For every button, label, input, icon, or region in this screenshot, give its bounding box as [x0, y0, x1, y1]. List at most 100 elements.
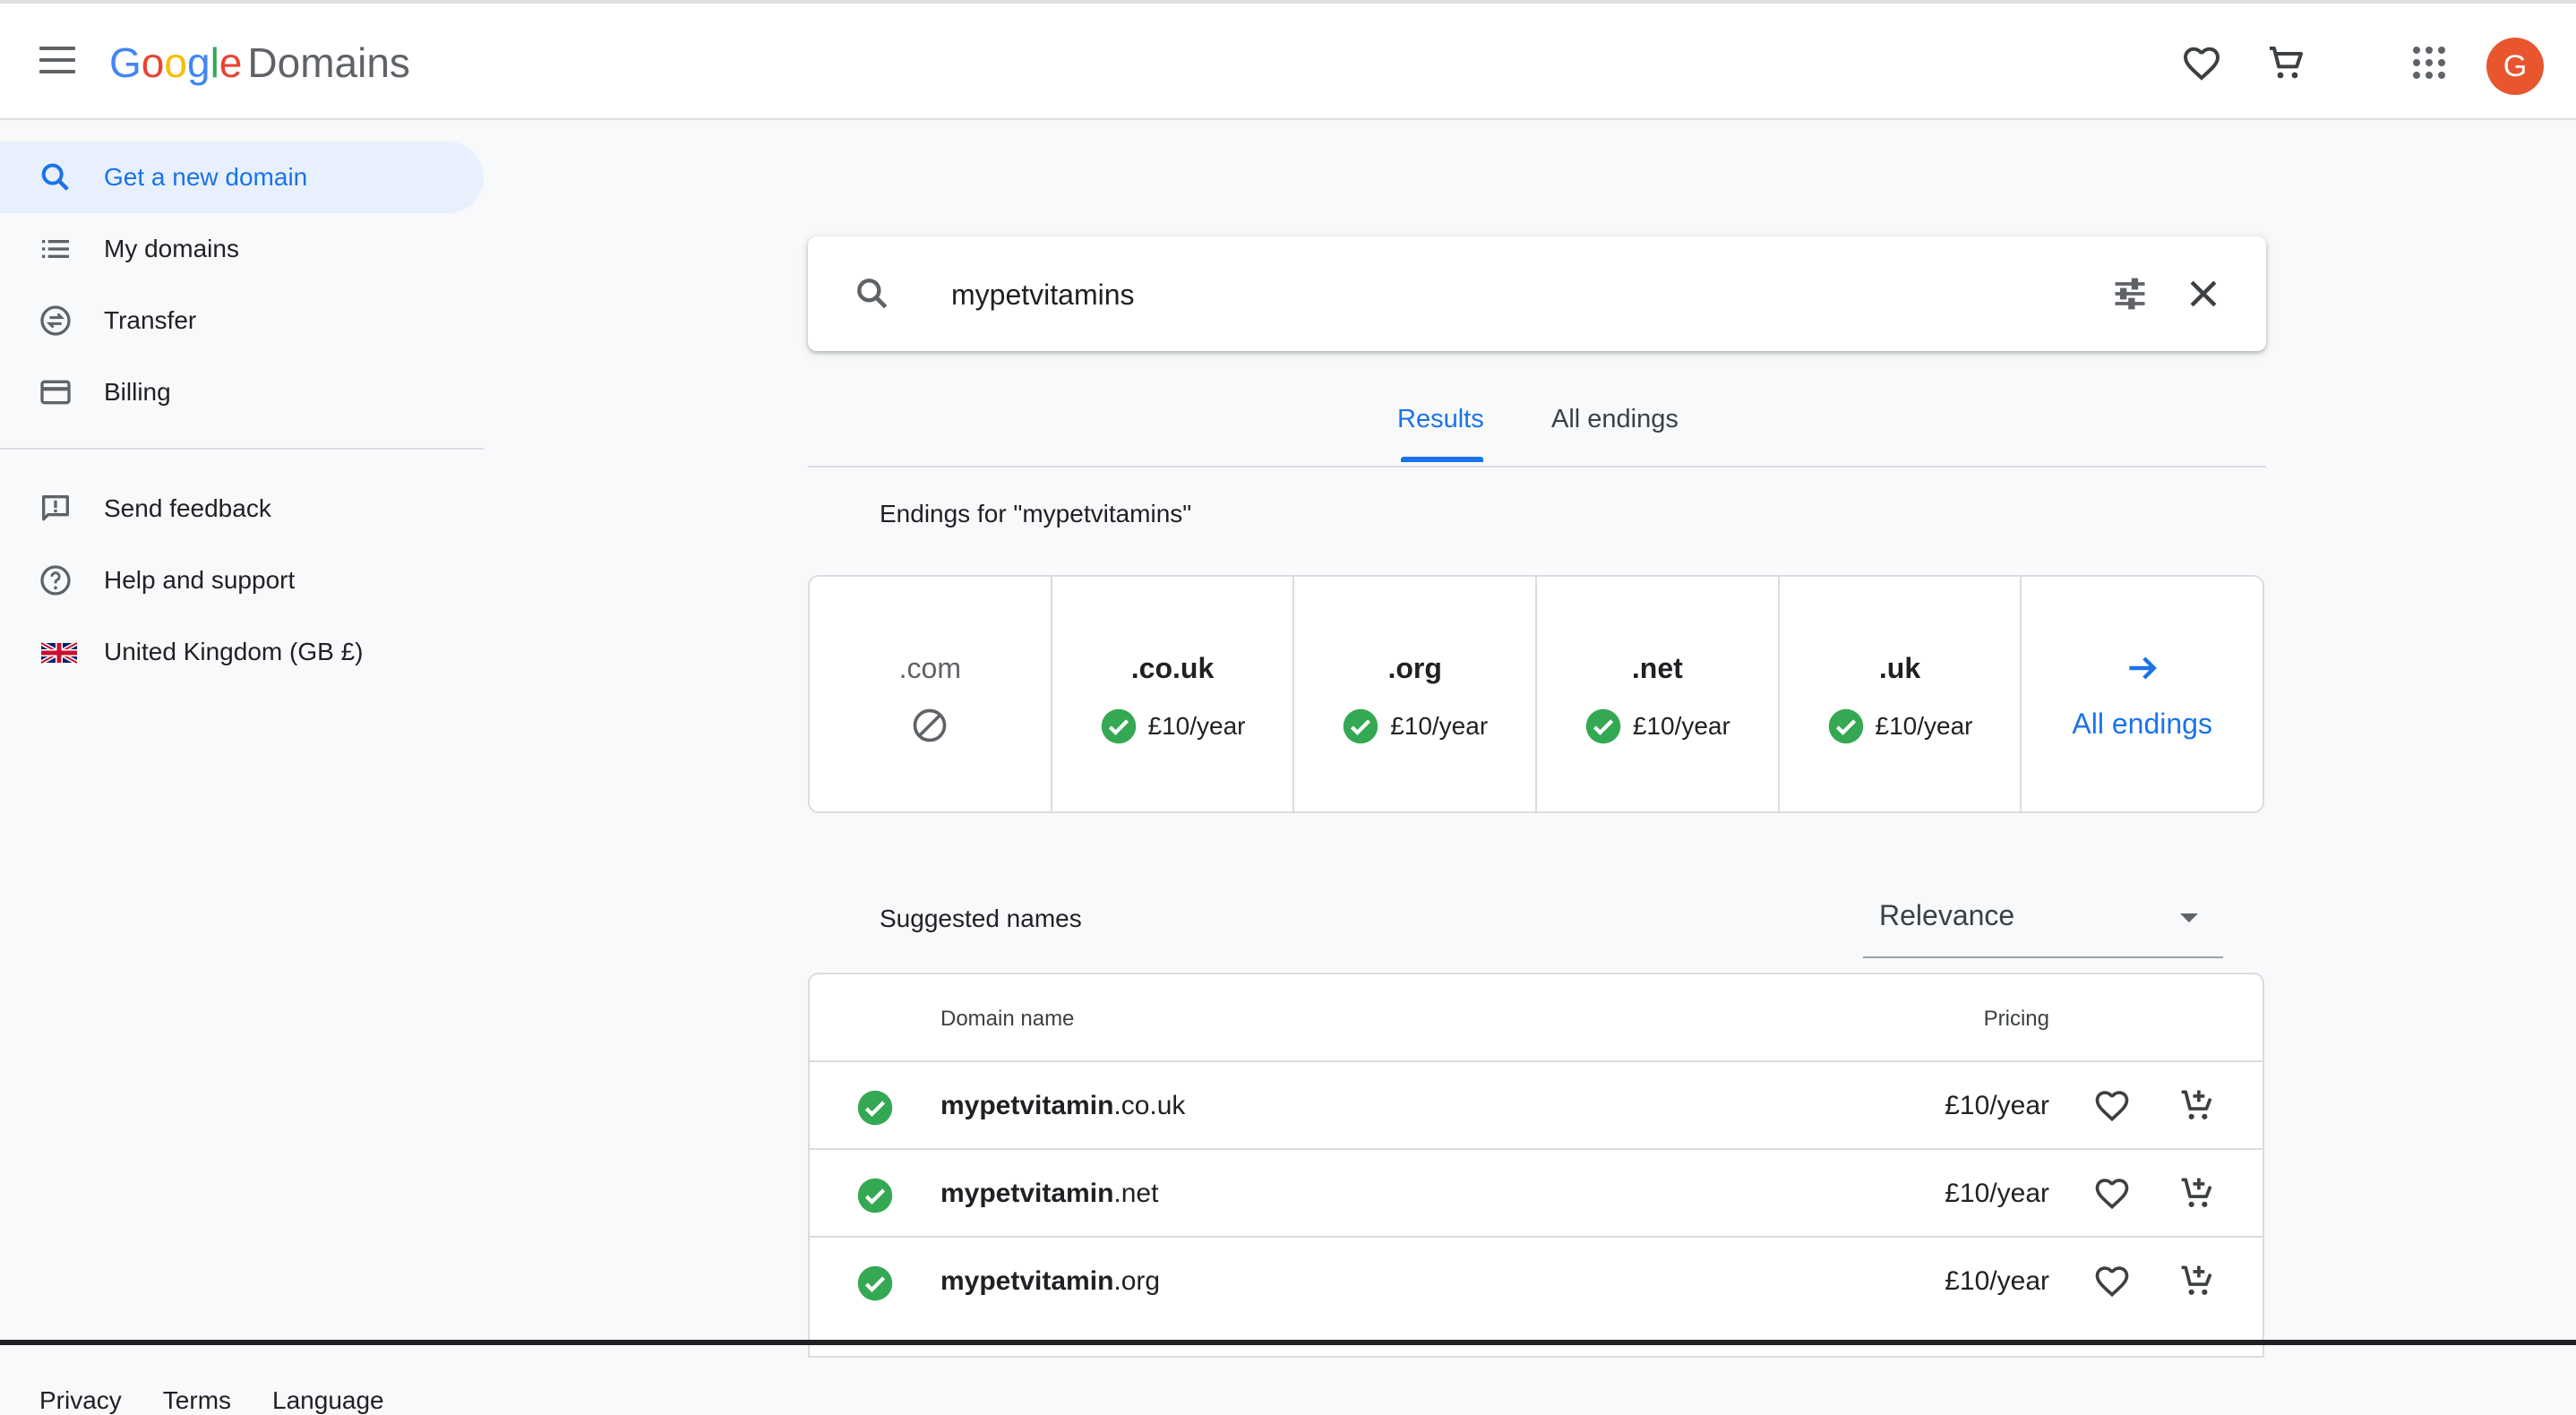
price-text: £10/year [1390, 712, 1489, 740]
available-check-icon [857, 1178, 893, 1213]
all-endings-card[interactable]: All endings [2022, 577, 2263, 811]
cart-icon[interactable] [2264, 41, 2307, 84]
sidebar-footer: Privacy Terms Language [39, 1386, 425, 1415]
sidebar-item-get-new-domain[interactable]: Get a new domain [0, 142, 484, 213]
domain-tld: .org [1113, 1266, 1161, 1296]
ending-card-org[interactable]: .org £10/year [1294, 577, 1538, 811]
favorite-icon[interactable] [2180, 41, 2223, 84]
logo-letter: e [219, 39, 243, 86]
favorite-icon[interactable] [2092, 1085, 2132, 1125]
apps-icon[interactable] [2408, 41, 2451, 84]
row-price: £10/year [1945, 1266, 2049, 1296]
sidebar-item-label: Billing [104, 378, 171, 406]
ending-card-net[interactable]: .net £10/year [1537, 577, 1780, 811]
sidebar-item-region[interactable]: United Kingdom (GB £) [0, 616, 484, 688]
add-to-cart-icon[interactable] [2178, 1173, 2218, 1213]
close-icon[interactable] [2184, 274, 2223, 313]
avatar[interactable]: G [2486, 38, 2544, 95]
favorite-icon[interactable] [2092, 1173, 2132, 1213]
endings-panel: .com .co.uk £10/year .org £10/year .net … [808, 575, 2264, 813]
table-row[interactable]: mypetvitamin.co.uk £10/year [810, 1060, 2263, 1150]
feedback-icon [42, 495, 70, 521]
price-text: £10/year [1632, 712, 1730, 740]
sidebar-item-my-domains[interactable]: My domains [0, 213, 484, 285]
row-price: £10/year [1945, 1091, 2049, 1120]
domain-base: mypetvitamin [940, 1179, 1114, 1208]
privacy-link[interactable]: Privacy [39, 1386, 122, 1414]
table-row[interactable]: mypetvitamin.org £10/year [810, 1236, 2263, 1325]
domain-name: mypetvitamin.net [940, 1179, 1158, 1209]
sidebar-item-label: Send feedback [104, 494, 271, 522]
favorite-icon[interactable] [2092, 1261, 2132, 1300]
credit-card-icon [40, 380, 71, 405]
all-endings-link: All endings [2072, 708, 2212, 740]
sidebar-item-label: United Kingdom (GB £) [104, 638, 364, 665]
domain-tld: .net [1113, 1179, 1159, 1208]
sidebar-item-billing[interactable]: Billing [0, 356, 484, 428]
suggested-title: Suggested names [880, 905, 1082, 932]
ending-price: £10/year [1537, 708, 1778, 745]
ending-card-co-uk[interactable]: .co.uk £10/year [1052, 577, 1295, 811]
available-check-icon [1585, 708, 1621, 744]
active-tab-indicator [1401, 457, 1483, 462]
unavailable-icon [913, 708, 947, 742]
domain-base: mypetvitamin [940, 1091, 1114, 1120]
list-icon [42, 240, 69, 258]
language-link[interactable]: Language [272, 1386, 384, 1414]
price-text: £10/year [1875, 712, 1973, 740]
sidebar-item-send-feedback[interactable]: Send feedback [0, 473, 484, 545]
available-check-icon [1343, 708, 1378, 744]
domain-tld: .co.uk [1113, 1091, 1186, 1120]
help-icon [40, 565, 71, 596]
search-icon [41, 163, 69, 191]
product-name: Domains [247, 39, 410, 86]
filter-tune-icon[interactable] [2110, 274, 2150, 313]
logo-letter: o [164, 39, 187, 86]
top-app-bar: Google Domains G [0, 4, 2576, 120]
domain-base: mypetvitamin [940, 1266, 1114, 1296]
sidebar-item-label: Help and support [104, 566, 296, 594]
sidebar: Get a new domain My domains Transfer Bil… [0, 120, 484, 1414]
transfer-icon [40, 305, 71, 336]
logo-letter: g [186, 39, 210, 86]
tab-results[interactable]: Results [1397, 405, 1484, 434]
endings-title: Endings for "mypetvitamins" [880, 500, 1192, 527]
logo-letter: l [210, 39, 219, 86]
google-domains-logo[interactable]: Google Domains [109, 38, 410, 88]
tld-label: .net [1631, 652, 1683, 684]
sort-select[interactable]: Relevance [1863, 892, 2223, 958]
available-check-icon [857, 1090, 893, 1126]
available-check-icon [857, 1265, 893, 1301]
row-price: £10/year [1945, 1179, 2049, 1208]
domain-name: mypetvitamin.co.uk [940, 1091, 1185, 1121]
tld-label: .uk [1878, 652, 1921, 684]
terms-link[interactable]: Terms [163, 1386, 231, 1414]
tab-all-endings[interactable]: All endings [1551, 405, 1679, 434]
available-check-icon [1101, 708, 1136, 744]
suggested-table: Domain name Pricing mypetvitamin.co.uk £… [808, 973, 2264, 1358]
add-to-cart-icon[interactable] [2178, 1085, 2218, 1125]
ending-card-uk[interactable]: .uk £10/year [1780, 577, 2022, 811]
search-input[interactable] [949, 267, 1938, 322]
logo-letter: o [141, 39, 165, 86]
uk-flag-icon [39, 640, 79, 665]
table-row[interactable]: mypetvitamin.net £10/year [810, 1148, 2263, 1238]
sidebar-item-label: My domains [104, 235, 239, 262]
available-check-icon [1828, 708, 1863, 744]
tld-label: .com [898, 652, 961, 684]
domain-name: mypetvitamin.org [940, 1266, 1160, 1297]
ending-price: £10/year [1780, 708, 2021, 745]
column-header-domain: Domain name [940, 1007, 1075, 1031]
ending-card-com[interactable]: .com [810, 577, 1052, 811]
window-bottom-edge [0, 1340, 2576, 1345]
column-header-pricing: Pricing [1983, 1007, 2049, 1031]
sidebar-item-transfer[interactable]: Transfer [0, 285, 484, 356]
menu-icon[interactable] [39, 47, 75, 75]
ending-price: £10/year [1294, 708, 1535, 745]
price-text: £10/year [1147, 712, 1246, 740]
result-tabs: Results All endings [808, 394, 2266, 467]
tld-label: .co.uk [1130, 652, 1215, 684]
domain-search-box [808, 236, 2266, 351]
sidebar-item-help[interactable]: Help and support [0, 545, 484, 616]
add-to-cart-icon[interactable] [2178, 1261, 2218, 1300]
